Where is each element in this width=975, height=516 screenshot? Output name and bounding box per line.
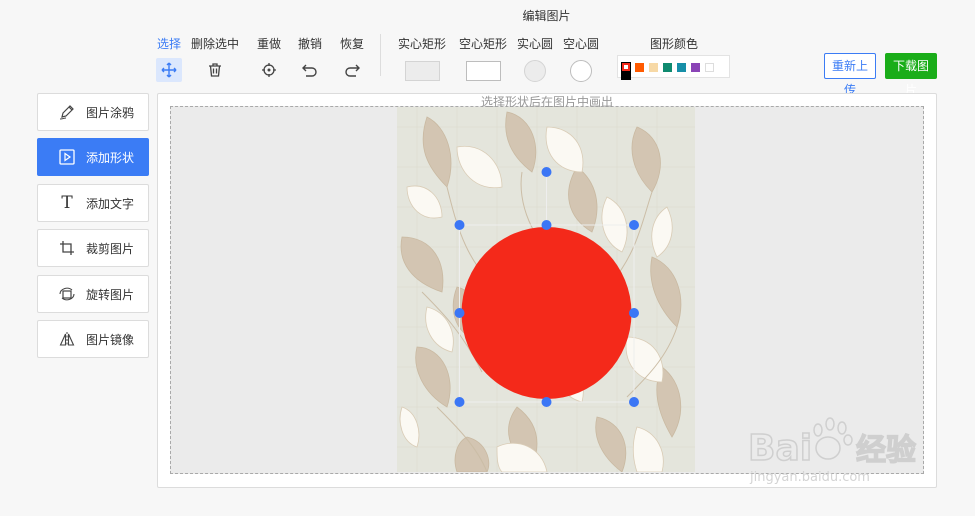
delete-selected-tool[interactable]: 删除选中 [191,35,239,82]
color-swatch-white[interactable] [705,63,714,72]
sidebar-item-mirror[interactable]: 图片镜像 [37,320,149,358]
watermark-url: jingyan.baidu.com [750,470,870,485]
mirror-icon [58,330,76,348]
rotate-icon [58,285,76,303]
floral-pattern-image [397,107,695,472]
sidebar-item-add-shape[interactable]: 添加形状 [37,138,149,176]
sidebar-item-label: 添加文字 [86,196,135,211]
reupload-button[interactable]: 重新上传 [824,53,876,97]
restore-tool[interactable]: 恢复 [339,35,365,82]
filled-rect-label: 实心矩形 [398,37,447,51]
delete-selected-label: 删除选中 [191,37,240,51]
sidebar-item-add-text[interactable]: T 添加文字 [37,184,149,222]
hollow-circle-label: 空心圆 [563,37,600,51]
sidebar-item-label: 图片镜像 [86,332,135,347]
toolbar-divider [380,34,381,76]
sidebar-item-label: 裁剪图片 [86,241,135,256]
hollow-rect-tool[interactable]: 空心矩形 [459,35,507,81]
selected-color-marker [622,63,630,71]
restore-label: 恢复 [339,37,364,51]
select-tool[interactable]: 选择 [156,35,182,82]
sidebar-item-doodle[interactable]: 图片涂鸦 [37,93,149,131]
sidebar-item-label: 旋转图片 [86,287,135,302]
app-title: 编辑图片 [522,9,571,23]
move-icon [156,58,182,82]
undo-label: 撤销 [297,37,322,51]
undo-icon [297,58,323,82]
filled-rect-tool[interactable]: 实心矩形 [398,35,446,81]
hollow-circle-icon [570,60,592,82]
trash-icon [202,58,228,82]
hollow-rect-label: 空心矩形 [459,37,508,51]
svg-text:经验: 经验 [856,433,916,468]
sidebar-item-label: 图片涂鸦 [86,105,135,120]
color-palette [617,55,730,80]
shape-icon [58,148,76,166]
select-tool-label: 选择 [156,37,181,51]
pen-icon [58,103,76,121]
crosshair-icon [256,58,282,82]
text-icon: T [61,193,73,213]
download-image-button[interactable]: 下载图片 [885,53,937,97]
redo-reset-label: 重做 [256,37,281,51]
color-swatch-beige[interactable] [649,63,658,72]
color-swatch-purple[interactable] [691,63,700,72]
filled-rect-icon [404,61,440,81]
hollow-circle-tool[interactable]: 空心圆 [563,35,599,82]
redo-reset-tool[interactable]: 重做 [256,35,282,82]
redo-icon [339,58,365,82]
undo-tool[interactable]: 撤销 [297,35,323,82]
hollow-rect-icon [465,61,501,81]
sidebar-item-label: 添加形状 [86,150,135,165]
color-swatch-green[interactable] [663,63,672,72]
uploaded-image[interactable] [397,107,695,472]
baidu-watermark-logo: Bai 经验 [747,410,928,474]
sidebar-item-crop[interactable]: 裁剪图片 [37,229,149,267]
color-swatch-teal[interactable] [677,63,686,72]
color-swatch-orange[interactable] [635,63,644,72]
filled-circle-label: 实心圆 [517,37,554,51]
svg-text:Bai: Bai [748,428,812,469]
crop-icon [58,239,76,257]
filled-circle-tool[interactable]: 实心圆 [517,35,553,82]
shape-color-label: 图形颜色 [650,37,699,51]
sidebar-item-rotate[interactable]: 旋转图片 [37,275,149,313]
filled-circle-icon [524,60,546,82]
